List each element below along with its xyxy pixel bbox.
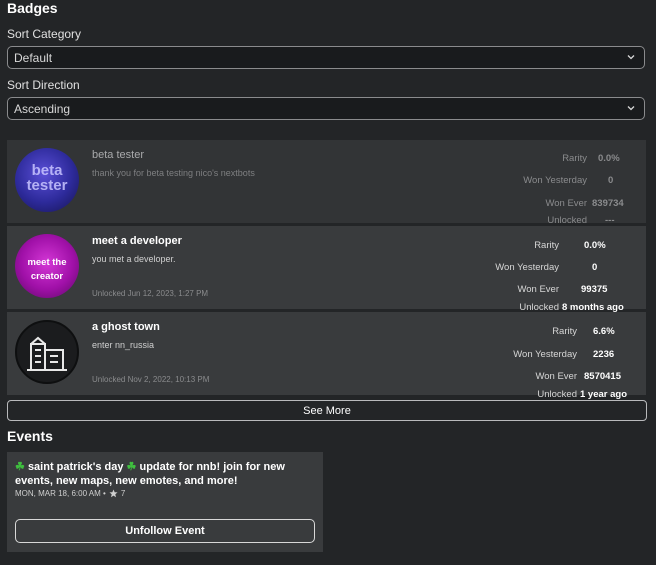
event-card[interactable]: ☘ saint patrick's day ☘ update for nnb! …	[7, 452, 323, 552]
chevron-down-icon	[627, 55, 635, 60]
sort-category-label: Sort Category	[7, 27, 82, 41]
badge-icon-text: beta	[31, 162, 63, 179]
won-ever-value: 839734	[592, 198, 624, 209]
badge-card-beta-tester[interactable]: beta tester beta tester thank you for be…	[7, 140, 646, 226]
rarity-value: 0.0%	[584, 240, 606, 251]
rarity-label: Rarity	[562, 153, 587, 164]
won-yesterday-value: 2236	[593, 349, 615, 360]
meet-the-creator-badge-icon: meet the creator	[15, 234, 79, 298]
badge-name: beta tester	[92, 149, 144, 161]
badge-unlock-date: Unlocked Nov 2, 2022, 10:13 PM	[92, 375, 210, 384]
badge-description: enter nn_russia	[92, 340, 155, 350]
badge-unlock-date: Unlocked Jun 12, 2023, 1:27 PM	[92, 289, 209, 298]
unlocked-value: 1 year ago	[580, 389, 627, 400]
won-yesterday-value: 0	[592, 262, 598, 273]
event-meta: MON, MAR 18, 6:00 AM • 7	[15, 489, 125, 498]
badge-card-a-ghost-town[interactable]: a ghost town enter nn_russia Unlocked No…	[7, 312, 646, 400]
sort-category-value: Default	[14, 50, 53, 65]
won-yesterday-label: Won Yesterday	[523, 175, 587, 186]
won-yesterday-label: Won Yesterday	[495, 262, 559, 273]
won-ever-label: Won Ever	[545, 198, 587, 209]
won-ever-label: Won Ever	[517, 284, 559, 295]
badge-description: thank you for beta testing nico's nextbo…	[92, 168, 255, 178]
sort-category-select[interactable]: Default	[7, 46, 645, 69]
unlocked-label: Unlocked	[537, 389, 577, 400]
badges-heading: Badges	[7, 0, 58, 16]
clover-icon: ☘	[15, 461, 25, 473]
star-icon	[109, 489, 118, 498]
star-count: 7	[120, 489, 126, 498]
rarity-value: 6.6%	[593, 326, 615, 337]
event-title-part: saint patrick's day	[27, 461, 124, 473]
won-yesterday-label: Won Yesterday	[513, 349, 577, 360]
events-heading: Events	[7, 428, 53, 444]
event-title: ☘ saint patrick's day ☘ update for nnb! …	[15, 460, 315, 488]
sort-direction-select[interactable]: Ascending	[7, 97, 645, 120]
unlocked-label: Unlocked	[547, 215, 587, 226]
ghost-town-badge-icon	[15, 320, 79, 384]
clover-icon: ☘	[126, 461, 137, 473]
sort-direction-label: Sort Direction	[7, 78, 80, 92]
badge-name: meet a developer	[92, 235, 182, 247]
beta-tester-badge-icon: beta tester	[15, 148, 79, 212]
badge-icon-text: meet the	[27, 257, 67, 268]
rarity-label: Rarity	[552, 326, 577, 337]
won-ever-value: 99375	[581, 284, 608, 295]
badge-description: you met a developer.	[92, 254, 176, 264]
see-more-button[interactable]: See More	[7, 400, 647, 421]
badge-name: a ghost town	[92, 321, 160, 333]
won-yesterday-value: 0	[608, 175, 614, 186]
unfollow-event-button[interactable]: Unfollow Event	[15, 519, 315, 543]
event-date: MON, MAR 18, 6:00 AM •	[15, 489, 106, 498]
won-ever-label: Won Ever	[535, 371, 577, 382]
badge-icon-text: creator	[30, 271, 64, 282]
unlocked-value: ---	[605, 215, 615, 226]
badge-card-meet-a-developer[interactable]: meet the creator meet a developer you me…	[7, 226, 646, 313]
sort-direction-value: Ascending	[14, 101, 71, 116]
rarity-value: 0.0%	[598, 153, 620, 164]
chevron-down-icon	[627, 106, 635, 111]
building-icon	[27, 336, 67, 371]
badge-icon-text: tester	[26, 177, 68, 194]
won-ever-value: 8570415	[584, 371, 621, 382]
rarity-label: Rarity	[534, 240, 559, 251]
